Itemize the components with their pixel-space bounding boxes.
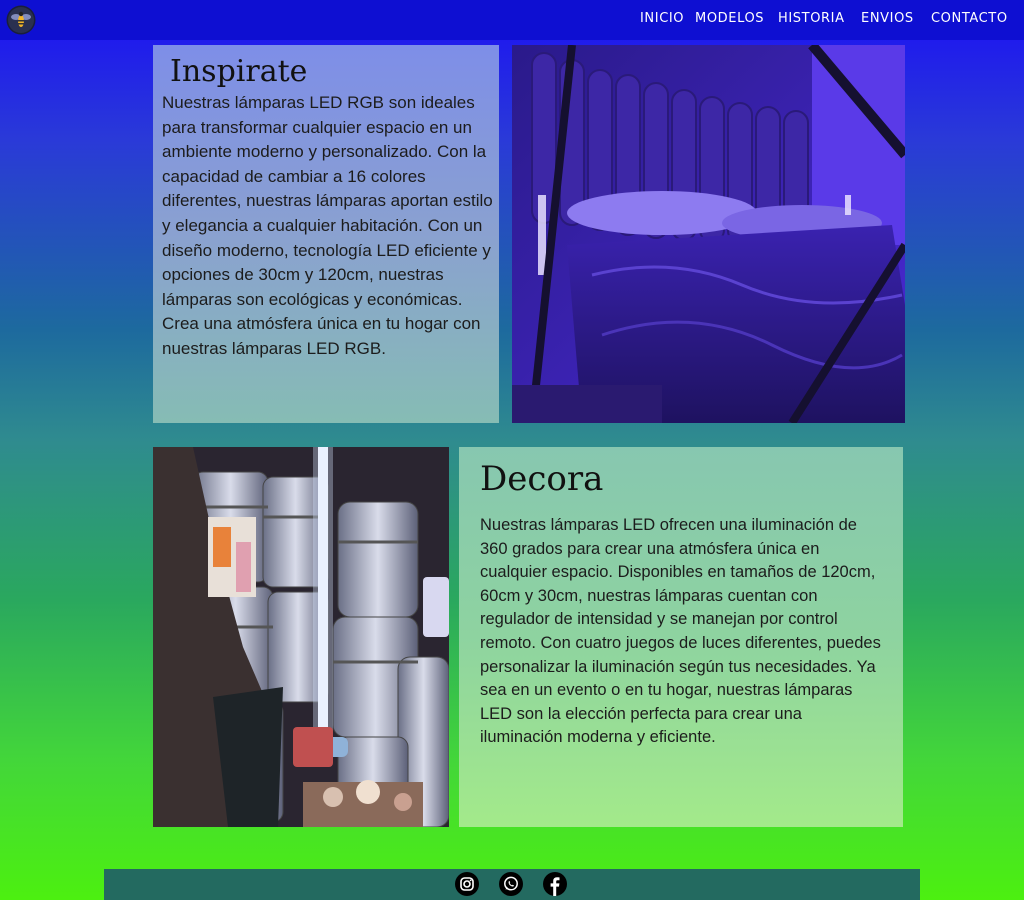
inspirate-card: Inspirate Nuestras lámparas LED RGB son …	[153, 45, 499, 423]
firefly-logo-icon[interactable]	[6, 5, 36, 35]
nav-link-modelos[interactable]: MODELOS	[695, 11, 764, 26]
kegs-led-photo	[153, 447, 449, 827]
footer-bar	[104, 869, 920, 900]
nav-link-historia[interactable]: HISTORIA	[778, 11, 845, 26]
instagram-icon[interactable]	[455, 872, 479, 896]
top-navbar: INICIO MODELOS HISTORIA ENVIOS CONTACTO	[0, 0, 1024, 40]
nav-link-contacto[interactable]: CONTACTO	[931, 11, 1008, 26]
nav-link-envios[interactable]: ENVIOS	[861, 11, 914, 26]
decora-card: Decora Nuestras lámparas LED ofrecen una…	[459, 447, 903, 827]
whatsapp-icon[interactable]	[499, 872, 523, 896]
bedroom-image	[512, 45, 905, 423]
kegs-image	[153, 447, 449, 827]
inspirate-title: Inspirate	[170, 54, 308, 89]
nav-link-inicio[interactable]: INICIO	[640, 11, 684, 26]
bedroom-led-photo	[512, 45, 905, 423]
decora-title: Decora	[480, 459, 604, 499]
facebook-icon[interactable]	[543, 872, 567, 896]
inspirate-text: Nuestras lámparas LED RGB son ideales pa…	[162, 93, 493, 358]
decora-text: Nuestras lámparas LED ofrecen una ilumin…	[480, 516, 881, 747]
